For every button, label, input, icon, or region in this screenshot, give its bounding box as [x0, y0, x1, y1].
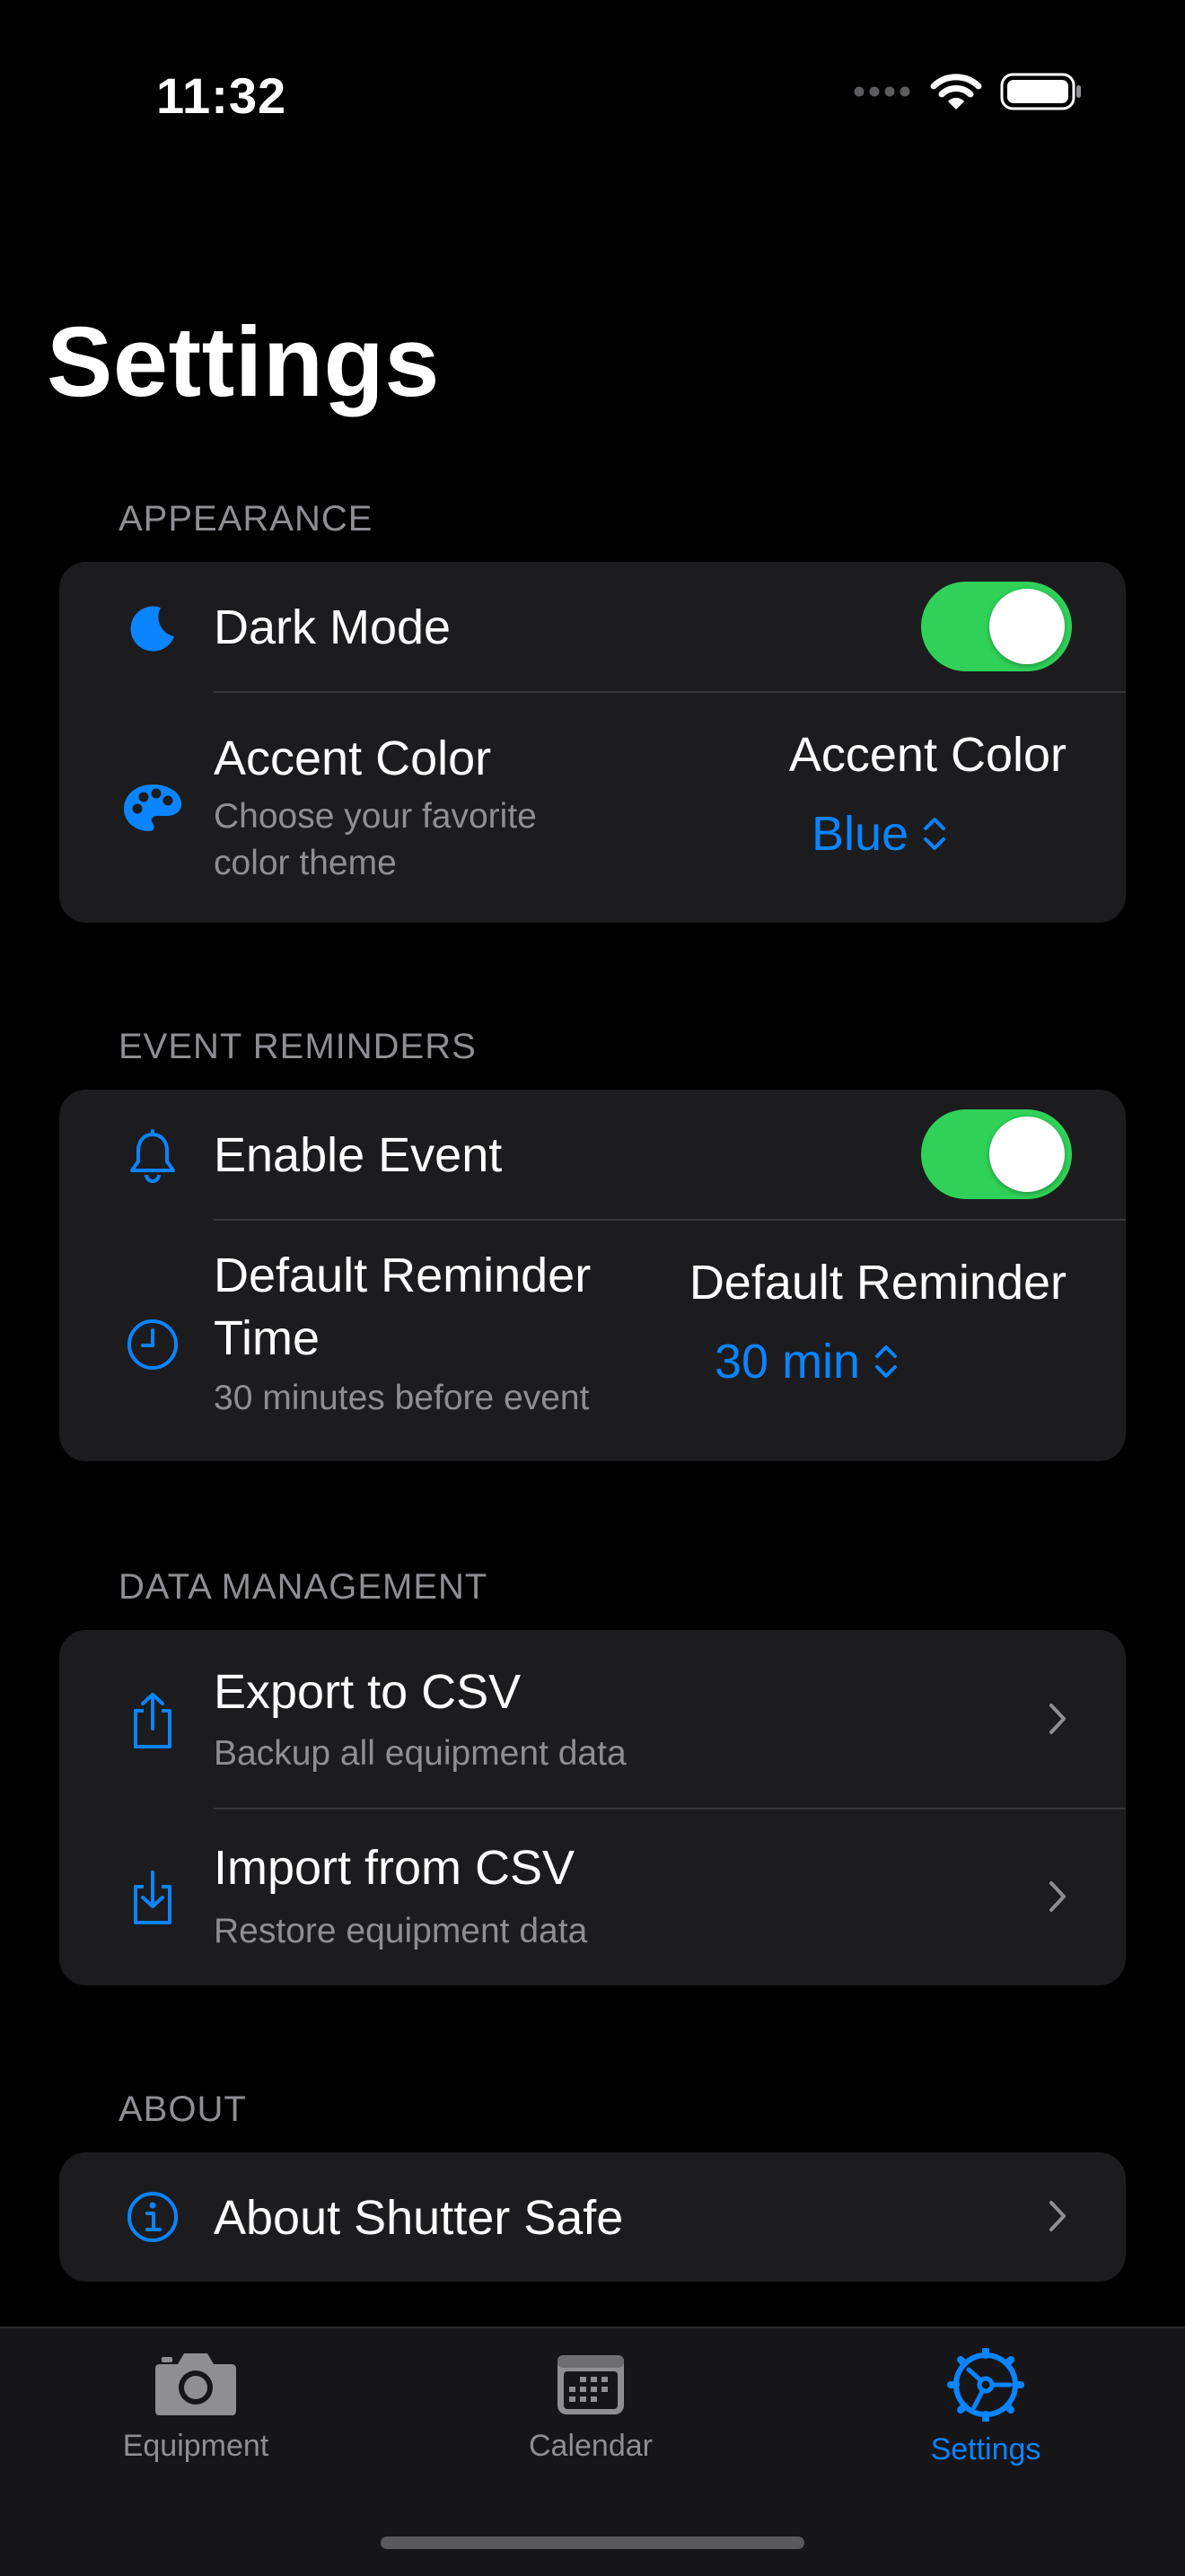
status-icons: [853, 72, 1083, 111]
tab-label: Settings: [930, 2432, 1041, 2466]
settings-icon: [947, 2348, 1024, 2422]
calendar-icon: [557, 2355, 624, 2414]
tab-equipment[interactable]: Equipment: [61, 2348, 330, 2464]
download-icon: [124, 1865, 181, 1928]
info-icon: [124, 2188, 181, 2246]
dark-mode-toggle[interactable]: [921, 582, 1072, 671]
battery-icon: [1000, 73, 1081, 110]
moon-icon: [124, 600, 181, 657]
appearance-card: Dark Mode Accent Color Choose your favor…: [59, 562, 1126, 923]
about-app-label: About Shutter Safe: [214, 2191, 624, 2245]
default-reminder-label-line1: Default Reminder: [214, 1249, 592, 1302]
tab-settings[interactable]: Settings: [851, 2348, 1120, 2467]
accent-color-label: Accent Color: [214, 732, 492, 785]
palette-icon: [121, 779, 184, 837]
data-management-card: Export to CSV Backup all equipment data …: [59, 1630, 1126, 1985]
page-title: Settings: [47, 307, 440, 417]
accent-color-picker[interactable]: Blue: [812, 806, 948, 862]
dark-mode-label: Dark Mode: [214, 600, 452, 654]
default-reminder-picker[interactable]: 30 min: [715, 1334, 900, 1389]
enable-event-toggle[interactable]: [921, 1109, 1072, 1199]
section-header-appearance: APPEARANCE: [118, 499, 373, 539]
camera-icon: [155, 2353, 236, 2415]
default-reminder-label-line2: Time: [214, 1311, 320, 1365]
export-csv-row[interactable]: Export to CSV Backup all equipment data: [59, 1630, 1126, 1808]
home-indicator: [381, 2537, 804, 2549]
accent-color-value: Blue: [812, 807, 909, 861]
section-header-event-reminders: EVENT REMINDERS: [118, 1027, 477, 1066]
about-app-row[interactable]: About Shutter Safe: [59, 2152, 1126, 2282]
import-csv-row[interactable]: Import from CSV Restore equipment data: [59, 1809, 1126, 1985]
toggle-knob: [989, 589, 1065, 664]
chevron-right-icon: [1049, 1704, 1066, 1734]
about-card: About Shutter Safe: [59, 2152, 1126, 2282]
event-reminders-card: Enable Event Default Reminder Time 30 mi…: [59, 1090, 1126, 1461]
accent-color-subtitle-line1: Choose your favorite: [214, 797, 537, 836]
toggle-knob: [989, 1117, 1065, 1192]
tab-calendar[interactable]: Calendar: [456, 2348, 725, 2464]
section-header-about: ABOUT: [118, 2090, 247, 2129]
dark-mode-row: Dark Mode: [59, 562, 1126, 691]
accent-color-subtitle-line2: color theme: [214, 844, 397, 882]
accent-color-row: Accent Color Choose your favorite color …: [59, 693, 1126, 923]
tab-label: Equipment: [122, 2429, 269, 2463]
default-reminder-subtitle: 30 minutes before event: [214, 1379, 590, 1417]
default-reminder-value: 30 min: [715, 1335, 861, 1389]
export-csv-label: Export to CSV: [214, 1665, 522, 1719]
chevron-right-icon: [1049, 1881, 1066, 1912]
default-reminder-picker-label: Default Reminder: [689, 1256, 1066, 1310]
tab-label: Calendar: [529, 2429, 653, 2463]
chevron-right-icon: [1049, 2201, 1066, 2231]
chevron-updown-icon: [924, 818, 946, 850]
import-csv-subtitle: Restore equipment data: [214, 1912, 588, 1950]
wifi-icon: [930, 74, 982, 110]
enable-event-row: Enable Event: [59, 1090, 1126, 1219]
status-time: 11:32: [156, 67, 287, 124]
export-csv-subtitle: Backup all equipment data: [214, 1734, 627, 1773]
accent-color-picker-label: Accent Color: [788, 728, 1066, 782]
section-header-data-management: DATA MANAGEMENT: [118, 1567, 488, 1607]
signal-icon: [854, 86, 910, 97]
enable-event-label: Enable Event: [214, 1128, 503, 1182]
bell-icon: [124, 1127, 181, 1185]
default-reminder-row: Default Reminder Time 30 minutes before …: [59, 1221, 1126, 1461]
clock-icon: [124, 1316, 181, 1373]
chevron-updown-icon: [875, 1345, 898, 1378]
import-csv-label: Import from CSV: [214, 1841, 575, 1895]
share-icon: [124, 1689, 181, 1752]
